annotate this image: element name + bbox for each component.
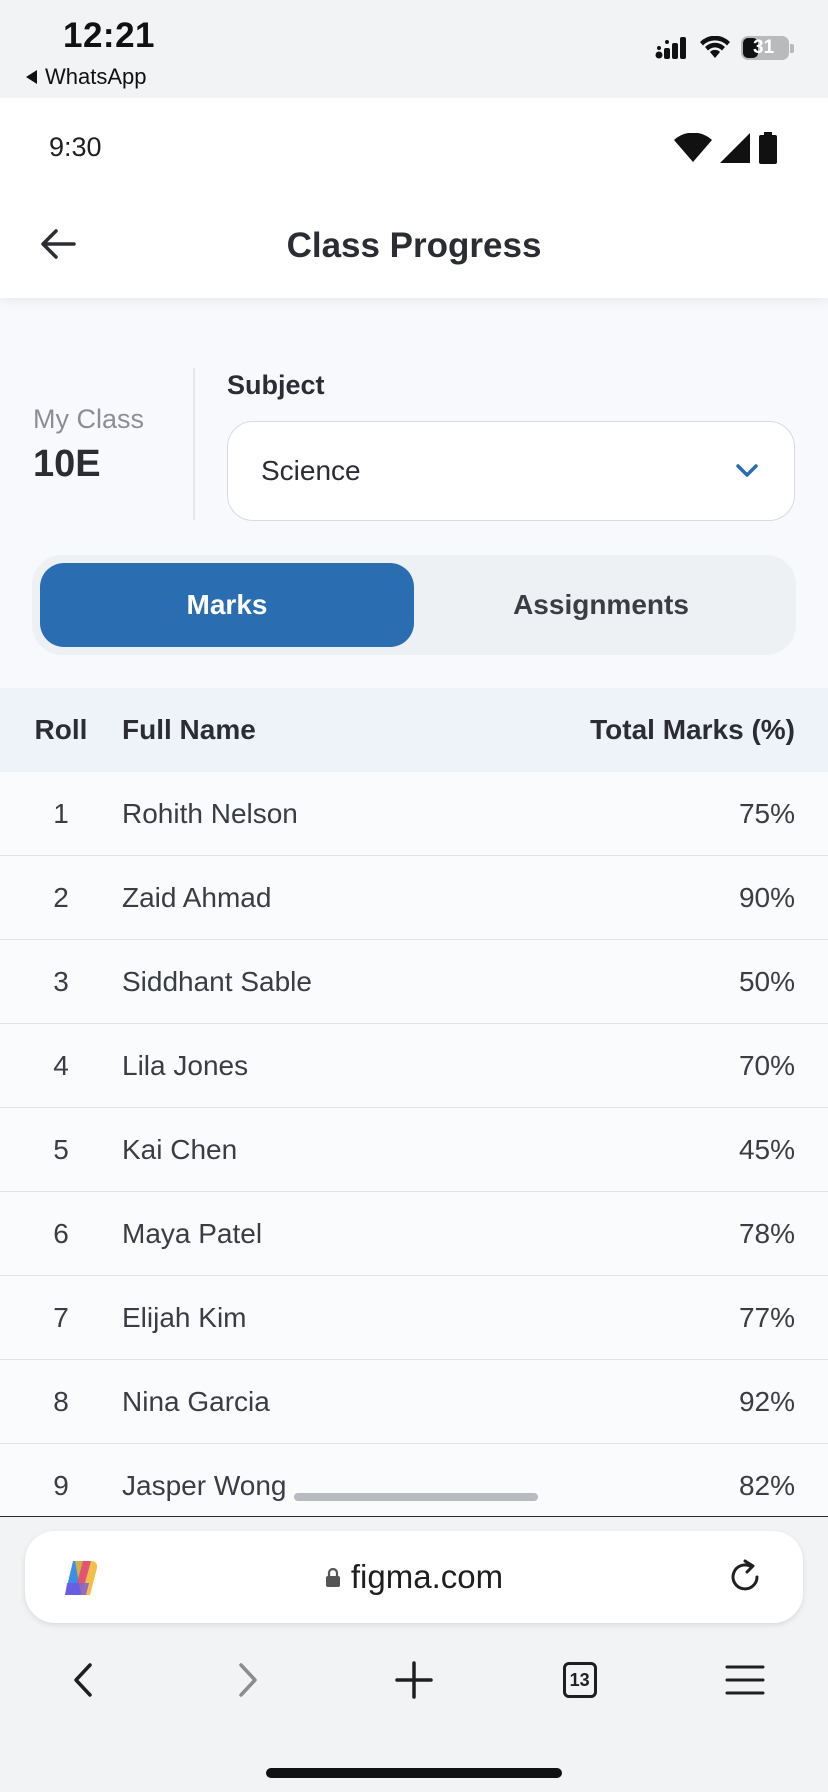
tab-assignments[interactable]: Assignments [414,563,788,647]
battery-icon: 31 [741,36,789,60]
table-row[interactable]: 5 Kai Chen 45% [0,1108,828,1192]
battery-tip [790,43,794,53]
url-display: figma.com [325,1558,503,1596]
row-name: Maya Patel [122,1217,263,1249]
page-title: Class Progress [286,226,542,265]
plus-icon [395,1661,433,1699]
browser-forward-button[interactable] [188,1640,308,1720]
chevron-right-icon [239,1663,258,1697]
row-roll: 1 [53,797,69,829]
row-roll: 3 [53,965,69,997]
lock-icon [325,1567,340,1587]
chevron-down-icon [736,464,758,477]
table-row[interactable]: 9 Jasper Wong 82% [0,1444,828,1516]
wifi-icon [700,36,730,58]
cellular-signal-icon [655,37,686,59]
row-total: 75% [738,797,795,829]
table-row[interactable]: 1 Rohith Nelson 75% [0,772,828,856]
row-roll: 5 [53,1133,69,1165]
wifi-icon [674,133,712,162]
subject-label: Subject [227,370,325,400]
copilot-icon[interactable] [59,1555,105,1601]
row-name: Nina Garcia [122,1385,270,1417]
subject-select[interactable]: Science [227,421,795,521]
row-roll: 4 [53,1049,69,1081]
browser-toolbar: figma.com 13 [0,1516,828,1792]
header-total-marks: Total Marks (%) [590,714,795,745]
row-total: 70% [738,1049,795,1081]
header-roll: Roll [34,714,88,745]
row-total: 45% [738,1133,795,1165]
table-row[interactable]: 6 Maya Patel 78% [0,1192,828,1276]
view-toggle: Marks Assignments [32,555,796,655]
app-content: 9:30 Class Progress My Class 10E Subject… [0,98,828,1516]
table-row[interactable]: 2 Zaid Ahmad 90% [0,856,828,940]
table-row[interactable]: 8 Nina Garcia 92% [0,1360,828,1444]
table-row[interactable]: 7 Elijah Kim 77% [0,1276,828,1360]
browser-nav: 13 [0,1635,828,1725]
new-tab-button[interactable] [354,1640,474,1720]
reload-icon[interactable] [723,1555,767,1599]
table-row[interactable]: 4 Lila Jones 70% [0,1024,828,1108]
back-triangle-icon [26,70,37,84]
cellular-signal-icon [720,133,750,163]
row-total: 92% [738,1385,795,1417]
marks-table: Roll Full Name Total Marks (%) 1 Rohith … [0,688,828,1516]
class-label: My Class [33,404,145,434]
home-indicator[interactable] [266,1768,562,1778]
row-name: Kai Chen [122,1133,238,1165]
battery-level: 31 [753,37,775,58]
battery-icon [759,132,777,164]
header-full-name: Full Name [122,714,256,745]
row-name: Lila Jones [122,1049,249,1081]
ios-clock: 12:21 [63,16,156,55]
android-clock: 9:30 [49,132,102,162]
tab-count: 13 [562,1662,597,1698]
row-total: 78% [738,1217,795,1249]
row-roll: 7 [53,1301,69,1333]
row-total: 77% [738,1301,795,1333]
menu-button[interactable] [685,1640,805,1720]
tab-marks[interactable]: Marks [40,563,414,647]
class-value: 10E [33,443,101,485]
android-status-icons [674,132,778,164]
row-roll: 9 [53,1469,69,1501]
row-name: Zaid Ahmad [122,881,272,913]
class-info: My Class 10E [33,404,144,486]
back-app-label: WhatsApp [45,64,147,89]
row-total: 90% [738,881,795,913]
row-name: Rohith Nelson [122,797,298,829]
ios-status-bar: 12:21 WhatsApp 31 [0,0,828,98]
scroll-indicator[interactable] [294,1493,538,1501]
app-header: 9:30 Class Progress [0,98,828,298]
url-text: figma.com [350,1558,504,1595]
row-roll: 6 [53,1217,69,1249]
row-total: 82% [738,1469,795,1501]
hamburger-menu-icon [725,1665,765,1695]
row-name: Elijah Kim [122,1301,247,1333]
chevron-left-icon [74,1663,92,1697]
row-roll: 2 [53,881,69,913]
row-roll: 8 [53,1385,69,1417]
subject-selected-value: Science [261,455,361,486]
tabs-button[interactable]: 13 [520,1640,640,1720]
row-total: 50% [738,965,795,997]
back-to-app-link[interactable]: WhatsApp [26,64,147,90]
browser-back-button[interactable] [23,1640,143,1720]
address-bar[interactable]: figma.com [25,1531,803,1623]
vertical-divider [193,368,195,520]
table-header: Roll Full Name Total Marks (%) [0,688,828,772]
table-row[interactable]: 3 Siddhant Sable 50% [0,940,828,1024]
ios-status-icons: 31 [655,36,794,60]
row-name: Siddhant Sable [122,965,312,997]
